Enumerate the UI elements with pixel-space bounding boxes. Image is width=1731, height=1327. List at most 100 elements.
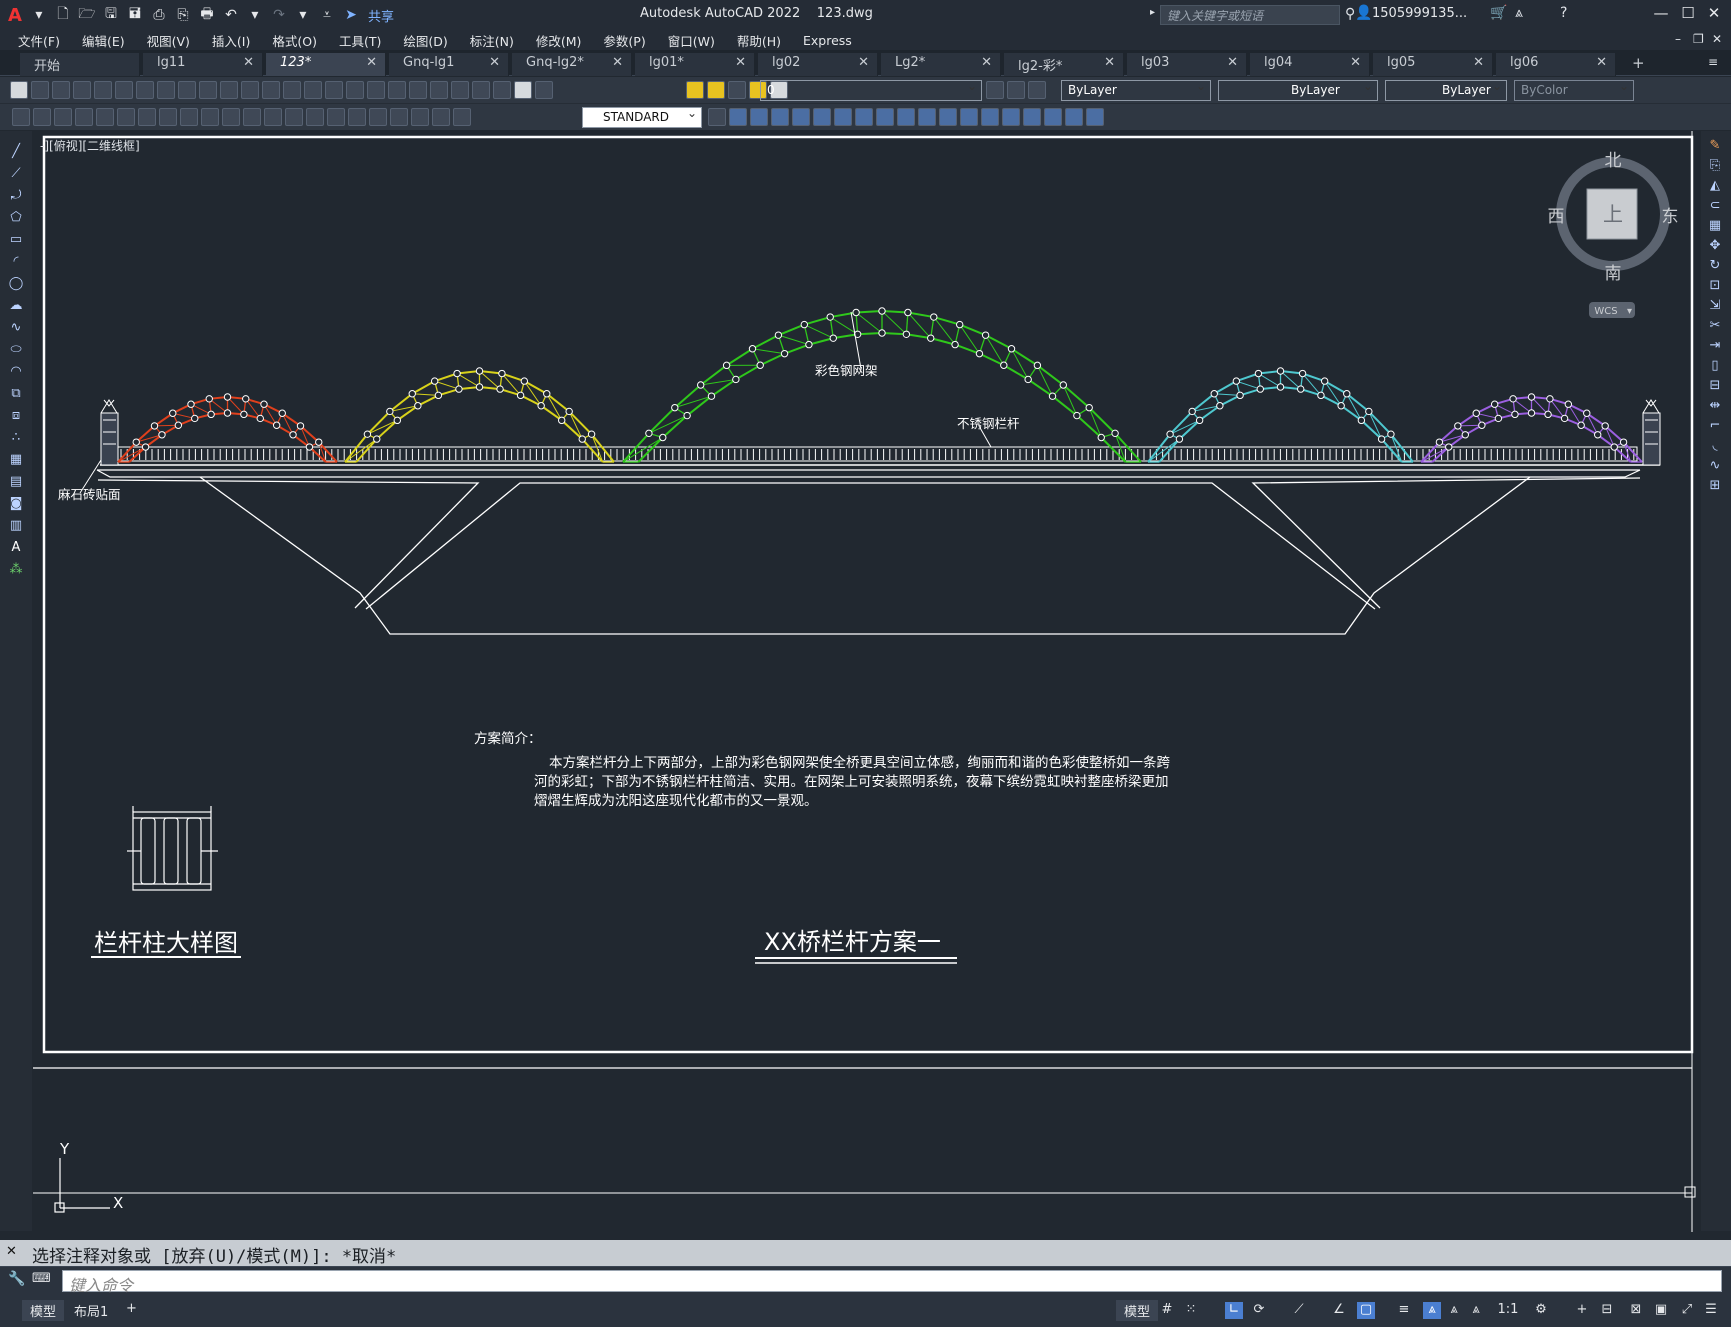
- open-file-icon[interactable]: 🗁: [76, 4, 98, 26]
- group-edit-icon[interactable]: [771, 108, 789, 126]
- open-icon[interactable]: [31, 81, 49, 99]
- tab-close-icon[interactable]: ✕: [1350, 55, 1361, 70]
- tab-model[interactable]: 模型: [22, 1300, 65, 1321]
- fillet-tb-icon[interactable]: [1065, 108, 1083, 126]
- spline-icon[interactable]: ∿: [8, 321, 24, 335]
- tab-close-icon[interactable]: ✕: [1227, 55, 1238, 70]
- tab-layout1[interactable]: 布局1: [66, 1300, 116, 1321]
- close-command-icon[interactable]: ✕: [6, 1244, 17, 1259]
- dim-style-icon[interactable]: [33, 108, 51, 126]
- design-center-icon[interactable]: [409, 81, 427, 99]
- autodesk-app-icon[interactable]: ⩓: [1515, 5, 1523, 21]
- stretch-tb-icon[interactable]: [939, 108, 957, 126]
- dim-aligned-icon[interactable]: [75, 108, 93, 126]
- redo-icon[interactable]: ↷: [268, 4, 290, 26]
- tab-close-icon[interactable]: ✕: [612, 55, 623, 70]
- group-icon[interactable]: [729, 108, 747, 126]
- rotate-tb-icon[interactable]: [897, 108, 915, 126]
- model-space-button[interactable]: 模型: [1116, 1300, 1159, 1321]
- tab-lg03[interactable]: lg03 ✕: [1127, 53, 1247, 76]
- menu-format[interactable]: 格式(O): [272, 31, 317, 50]
- pan-icon[interactable]: [304, 81, 322, 99]
- table-icon[interactable]: ▥: [8, 519, 24, 533]
- search-expand-icon[interactable]: ▸: [1150, 7, 1155, 18]
- cart-icon[interactable]: 🛒: [1490, 5, 1507, 21]
- layer-viewport-icon[interactable]: [728, 81, 746, 99]
- extend-tb-icon[interactable]: [981, 108, 999, 126]
- tab-close-icon[interactable]: ✕: [489, 55, 500, 70]
- new-file-icon[interactable]: 🗋: [52, 4, 74, 26]
- ellipse-arc-icon[interactable]: ◠: [8, 365, 24, 379]
- offset-icon[interactable]: ⊂: [1707, 199, 1723, 213]
- make-current-layer-icon[interactable]: [986, 81, 1004, 99]
- inspection-icon[interactable]: [369, 108, 387, 126]
- dim-angular-icon[interactable]: [201, 108, 219, 126]
- tool-palettes-icon[interactable]: [430, 81, 448, 99]
- publish-icon[interactable]: [115, 81, 133, 99]
- text-style-icon[interactable]: [708, 108, 726, 126]
- tab-gnq-lg2[interactable]: Gnq-lg2* ✕: [512, 53, 632, 76]
- dim-update-icon[interactable]: [12, 108, 30, 126]
- offset-tb-icon[interactable]: [855, 108, 873, 126]
- join-tb-icon[interactable]: [1023, 108, 1041, 126]
- polyline-icon[interactable]: ⤾: [8, 189, 24, 203]
- menu-modify[interactable]: 修改(M): [536, 31, 582, 50]
- polygon-icon[interactable]: ⬠: [8, 211, 24, 225]
- fullscreen-icon[interactable]: ⤢: [1678, 1302, 1696, 1319]
- customize-wrench-icon[interactable]: 🔧: [8, 1271, 25, 1287]
- move-tb-icon[interactable]: [792, 108, 810, 126]
- revision-cloud-icon[interactable]: ☁: [8, 299, 24, 313]
- search-input[interactable]: 键入关键字或短语: [1160, 5, 1340, 25]
- add-selected-icon[interactable]: ⁂: [8, 563, 24, 577]
- explode-tb-icon[interactable]: [1086, 108, 1104, 126]
- match-properties-icon[interactable]: [220, 81, 238, 99]
- menu-parameters[interactable]: 参数(P): [603, 31, 645, 50]
- dim-ordinate-icon[interactable]: [117, 108, 135, 126]
- tab-close-icon[interactable]: ✕: [858, 55, 869, 70]
- user-account[interactable]: 1505999135...: [1372, 6, 1467, 21]
- line-icon[interactable]: ╱: [8, 145, 24, 159]
- dim-text-edit-icon[interactable]: [432, 108, 450, 126]
- menu-insert[interactable]: 插入(I): [212, 31, 250, 50]
- undo-dropdown-icon[interactable]: ▾: [244, 4, 266, 26]
- tab-lg06[interactable]: lg06 ✕: [1496, 53, 1616, 76]
- menu-view[interactable]: 视图(V): [147, 31, 190, 50]
- block-editor-icon[interactable]: [241, 81, 259, 99]
- copy-tb-icon[interactable]: [813, 108, 831, 126]
- customize-quick-access-icon[interactable]: ⩡: [316, 4, 338, 26]
- arc-icon[interactable]: ◜: [8, 255, 24, 269]
- tab-lg2-color[interactable]: lg2-彩* ✕: [1004, 53, 1124, 76]
- new-icon[interactable]: [10, 81, 28, 99]
- save-web-icon[interactable]: ⎘: [172, 4, 194, 26]
- menu-file[interactable]: 文件(F): [18, 31, 60, 50]
- lineweight-icon[interactable]: ≡: [1395, 1302, 1413, 1319]
- dim-jogged-icon[interactable]: [159, 108, 177, 126]
- chamfer-tb-icon[interactable]: [1044, 108, 1062, 126]
- break-tb-icon[interactable]: [1002, 108, 1020, 126]
- autocad-logo-icon[interactable]: A: [8, 5, 22, 26]
- zoom-previous-icon[interactable]: [367, 81, 385, 99]
- customization-menu-icon[interactable]: ☰: [1702, 1302, 1720, 1319]
- fillet-icon[interactable]: ◟: [1707, 439, 1723, 453]
- save-tb-icon[interactable]: [52, 81, 70, 99]
- menu-draw[interactable]: 绘图(D): [403, 31, 447, 50]
- jogged-linear-icon[interactable]: [390, 108, 408, 126]
- menu-edit[interactable]: 编辑(E): [82, 31, 125, 50]
- tab-lg01[interactable]: lg01* ✕: [635, 53, 755, 76]
- markup-icon[interactable]: [472, 81, 490, 99]
- osnap-tracking-icon[interactable]: ∠: [1330, 1302, 1348, 1319]
- layer-match-icon[interactable]: [1028, 81, 1046, 99]
- redo-tb-icon[interactable]: [283, 81, 301, 99]
- tab-gnq-lg1[interactable]: Gnq-lg1 ✕: [389, 53, 509, 76]
- close-icon[interactable]: ✕: [1703, 4, 1725, 22]
- dim-radius-icon[interactable]: [138, 108, 156, 126]
- menu-help[interactable]: 帮助(H): [737, 31, 781, 50]
- auto-scale-icon[interactable]: ⩓: [1445, 1302, 1463, 1319]
- annotation-monitor-icon[interactable]: +: [1573, 1302, 1591, 1319]
- doc-minimize-icon[interactable]: –: [1675, 32, 1681, 46]
- trim-icon[interactable]: ✂: [1707, 319, 1723, 333]
- undo-tb-icon[interactable]: [262, 81, 280, 99]
- construction-line-icon[interactable]: ⟋: [8, 167, 24, 181]
- sheet-set-icon[interactable]: [451, 81, 469, 99]
- quick-dim-icon[interactable]: [222, 108, 240, 126]
